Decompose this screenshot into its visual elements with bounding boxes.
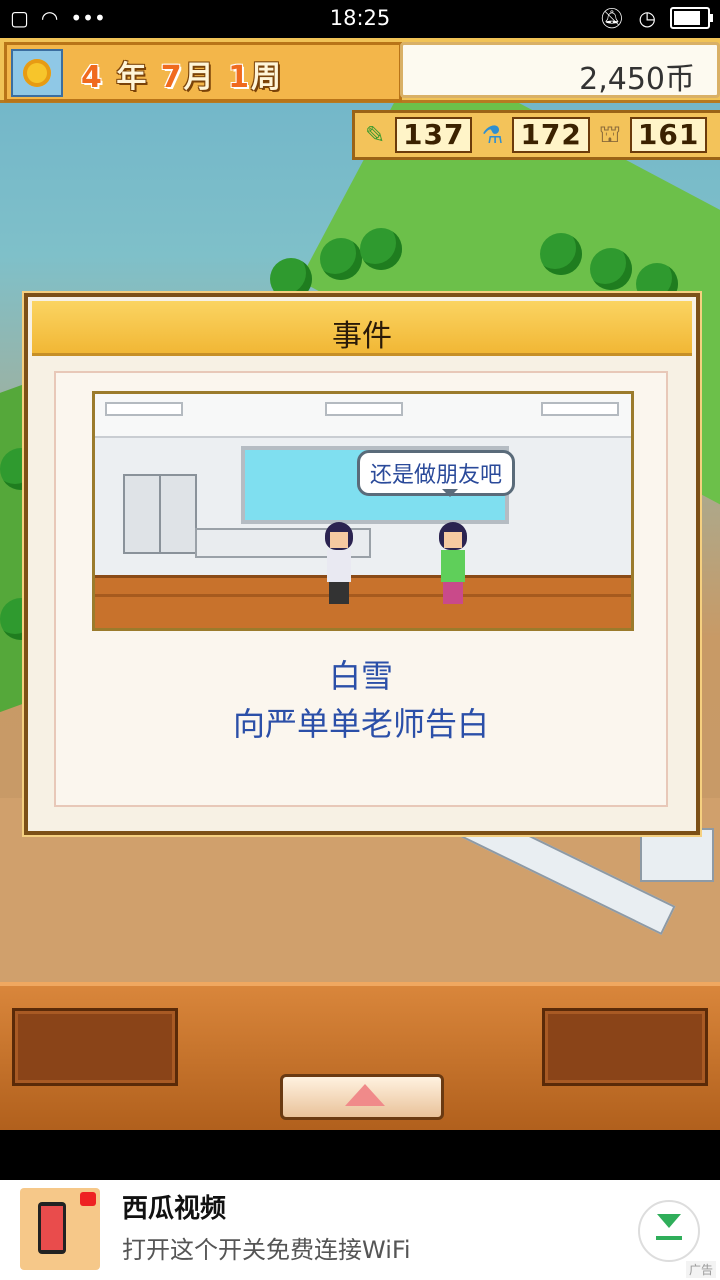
date-panel[interactable]: 4 年 7月 1周 [4,42,402,102]
alarm-icon: ◷ [638,6,656,30]
ad-banner[interactable]: 西瓜视频 打开这个开关免费连接WiFi 广告 [0,1180,720,1280]
ceiling-light [541,402,619,416]
floor [95,575,631,628]
expand-menu-button[interactable] [280,1074,444,1120]
stat-science: ⚗ 172 [472,116,590,154]
ad-app-icon[interactable] [20,1188,100,1270]
status-bar: ▢ ◠ ••• 18:25 🔕︎ ◷ [0,0,720,38]
ceiling-light [325,402,403,416]
dialog-content: 还是做朋友吧 白雪 向严单单老师告白 [54,371,668,807]
battery-icon [670,7,713,29]
locker [159,474,197,554]
ad-title[interactable]: 西瓜视频 [122,1188,226,1225]
pencil-icon: ✎ [364,121,386,149]
character-girl [321,522,357,606]
tree [360,228,402,270]
sunflower-icon [11,49,63,97]
dialog-title-bar: 事件 [32,301,692,356]
ad-description[interactable]: 打开这个开关免费连接WiFi [122,1230,411,1265]
stat-study: ✎ 137 [355,116,473,154]
speech-bubble: 还是做朋友吧 [357,450,516,497]
event-scene-image: 还是做朋友吧 [92,391,634,631]
stats-panel[interactable]: ✎ 137 ⚗ 172 ⛫ 161 [352,110,720,160]
tree [320,238,362,280]
ad-spacer [0,1130,720,1180]
mute-icon: 🔕︎ [599,6,625,30]
money-amount: 2,450币 [579,62,695,97]
dialog-title: 事件 [332,319,392,354]
right-menu-slot[interactable] [542,1008,708,1086]
download-icon-bar [656,1236,682,1240]
download-icon [657,1214,681,1228]
ceiling [95,394,631,438]
building [640,828,714,882]
ad-label: 广告 [685,1261,716,1278]
top-hud: 4 年 7月 1周 2,450币 [0,38,720,103]
event-description: 向严单单老师告白 [232,705,489,743]
ceiling-light [105,402,183,416]
download-button[interactable] [638,1200,700,1262]
event-character-name: 白雪 [328,657,393,695]
bottom-menu-panel [0,982,720,1134]
stat-value: 172 [512,117,590,153]
bell-icon: ⛫ [598,119,621,148]
stat-value: 137 [395,117,473,153]
flask-icon: ⚗ [481,121,504,149]
character-teacher [435,522,471,606]
date-display: 4 年 7月 1周 [81,60,283,95]
phone-icon [38,1202,66,1254]
tree [590,248,632,290]
stat-value: 161 [629,117,708,153]
left-menu-slot[interactable] [12,1008,178,1086]
play-icon [80,1192,96,1206]
locker [123,474,161,554]
up-arrow-icon [345,1084,385,1106]
stat-culture: ⛫ 161 [590,116,708,154]
tree [540,233,582,275]
event-dialog[interactable]: 事件 还是做朋友吧 白雪 向严单单老师告白 [24,293,700,835]
money-panel[interactable]: 2,450币 [400,42,720,98]
